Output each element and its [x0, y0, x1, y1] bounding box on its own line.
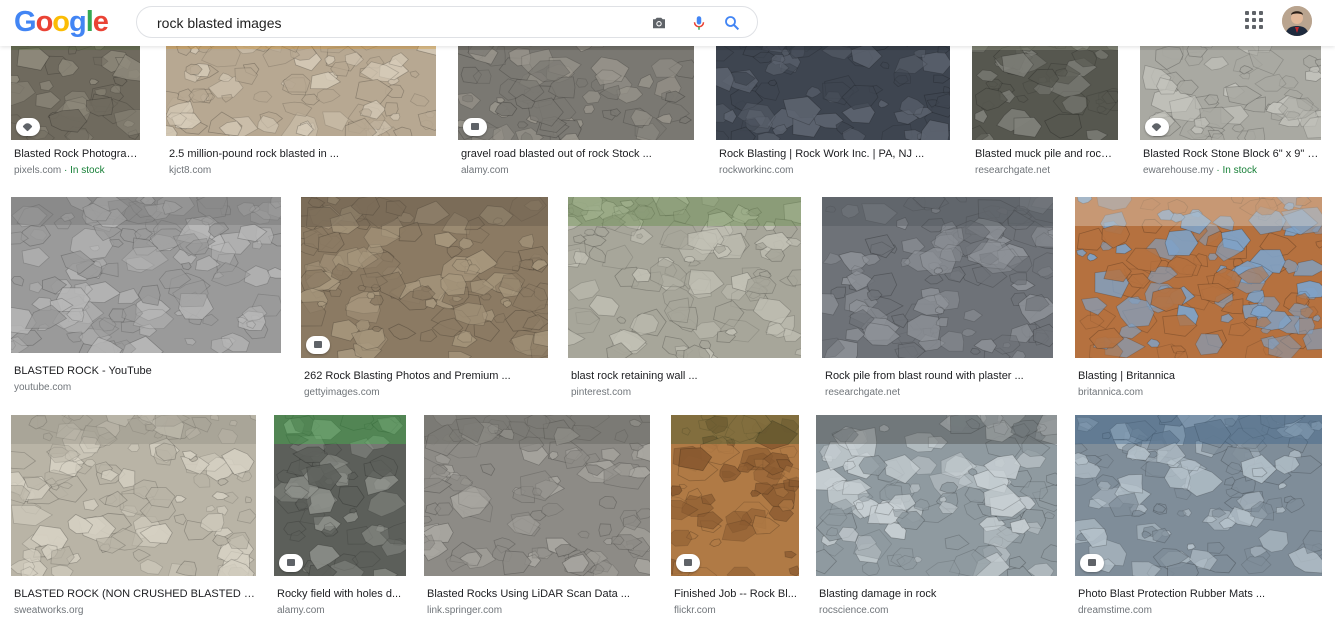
result-source[interactable]: youtube.com: [14, 382, 71, 394]
result-thumbnail[interactable]: [11, 415, 256, 576]
result-source[interactable]: flickr.com: [674, 605, 716, 617]
result-thumbnail[interactable]: [11, 30, 140, 140]
result-source[interactable]: researchgate.net: [975, 165, 1050, 177]
tag-icon: [16, 118, 40, 136]
result-thumbnail[interactable]: [301, 197, 548, 358]
logo-letter: e: [92, 6, 109, 38]
result-title[interactable]: Photo Blast Protection Rubber Mats ...: [1078, 588, 1321, 601]
result-thumbnail[interactable]: [671, 415, 799, 576]
result-title[interactable]: Blasting | Britannica: [1078, 370, 1321, 383]
result-thumbnail[interactable]: [424, 415, 650, 576]
result-title[interactable]: Blasted Rock Stone Block 6" x 9" (...: [1143, 148, 1320, 161]
result-title[interactable]: BLASTED ROCK - YouTube: [14, 365, 280, 378]
result-thumbnail[interactable]: [972, 30, 1118, 140]
result-thumbnail[interactable]: [1075, 415, 1322, 576]
result-title[interactable]: blast rock retaining wall ...: [571, 370, 800, 383]
in-stock-label: · In stock: [61, 165, 105, 176]
result-title[interactable]: gravel road blasted out of rock Stock ..…: [461, 148, 693, 161]
result-thumbnail[interactable]: [1140, 30, 1321, 140]
result-source[interactable]: sweatworks.org: [14, 605, 83, 617]
result-title[interactable]: 2.5 million-pound rock blasted in ...: [169, 148, 435, 161]
result-thumbnail[interactable]: [816, 415, 1057, 576]
result-title[interactable]: 262 Rock Blasting Photos and Premium ...: [304, 370, 547, 383]
result-title[interactable]: Rocky field with holes d...: [277, 588, 405, 601]
image-icon: [463, 118, 487, 136]
result-source[interactable]: dreamstime.com: [1078, 605, 1152, 617]
result-source[interactable]: britannica.com: [1078, 387, 1143, 399]
logo-letter: o: [52, 6, 70, 38]
result-thumbnail[interactable]: [11, 197, 281, 353]
logo-letter: G: [14, 6, 37, 38]
result-source[interactable]: ewarehouse.my · In stock: [1143, 165, 1257, 177]
in-stock-label: · In stock: [1213, 165, 1257, 176]
result-title[interactable]: Blasting damage in rock: [819, 588, 1056, 601]
tag-icon: [1145, 118, 1169, 136]
image-icon: [1080, 554, 1104, 572]
search-input[interactable]: [155, 13, 629, 33]
search-box[interactable]: [136, 6, 758, 38]
result-source[interactable]: pixels.com · In stock: [14, 165, 105, 177]
result-source[interactable]: researchgate.net: [825, 387, 900, 399]
logo-letter: g: [69, 6, 87, 38]
google-logo[interactable]: Google: [14, 6, 109, 39]
microphone-icon[interactable]: [690, 14, 708, 32]
result-thumbnail[interactable]: [458, 30, 694, 140]
result-thumbnail[interactable]: [1075, 197, 1322, 358]
apps-grid-icon[interactable]: [1245, 11, 1265, 31]
result-title[interactable]: Blasted muck pile and rock ...: [975, 148, 1117, 161]
camera-icon[interactable]: [650, 14, 668, 32]
logo-letter: l: [85, 6, 94, 38]
result-title[interactable]: Finished Job -- Rock Bl...: [674, 588, 798, 601]
result-thumbnail[interactable]: [716, 30, 950, 140]
logo-letter: o: [35, 6, 54, 38]
image-icon: [279, 554, 303, 572]
result-thumbnail[interactable]: [568, 197, 801, 358]
image-icon: [306, 336, 330, 354]
image-icon: [676, 554, 700, 572]
result-source[interactable]: gettyimages.com: [304, 387, 380, 399]
result-source[interactable]: alamy.com: [461, 165, 509, 177]
result-title[interactable]: Rock Blasting | Rock Work Inc. | PA, NJ …: [719, 148, 949, 161]
result-source[interactable]: pinterest.com: [571, 387, 631, 399]
result-title[interactable]: Rock pile from blast round with plaster …: [825, 370, 1052, 383]
result-source[interactable]: rocscience.com: [819, 605, 888, 617]
result-source[interactable]: link.springer.com: [427, 605, 502, 617]
result-thumbnail[interactable]: [274, 415, 406, 576]
result-thumbnail[interactable]: [822, 197, 1053, 358]
result-source[interactable]: alamy.com: [277, 605, 325, 617]
account-avatar[interactable]: [1282, 6, 1312, 36]
result-source[interactable]: rockworkinc.com: [719, 165, 793, 177]
result-title[interactable]: Blasted Rock Photograp ...: [14, 148, 139, 161]
search-icon[interactable]: [723, 14, 741, 32]
result-title[interactable]: Blasted Rocks Using LiDAR Scan Data ...: [427, 588, 649, 601]
result-title[interactable]: BLASTED ROCK (NON CRUSHED BLASTED RO...: [14, 588, 255, 601]
top-header: Google: [0, 0, 1335, 46]
result-source[interactable]: kjct8.com: [169, 165, 211, 177]
